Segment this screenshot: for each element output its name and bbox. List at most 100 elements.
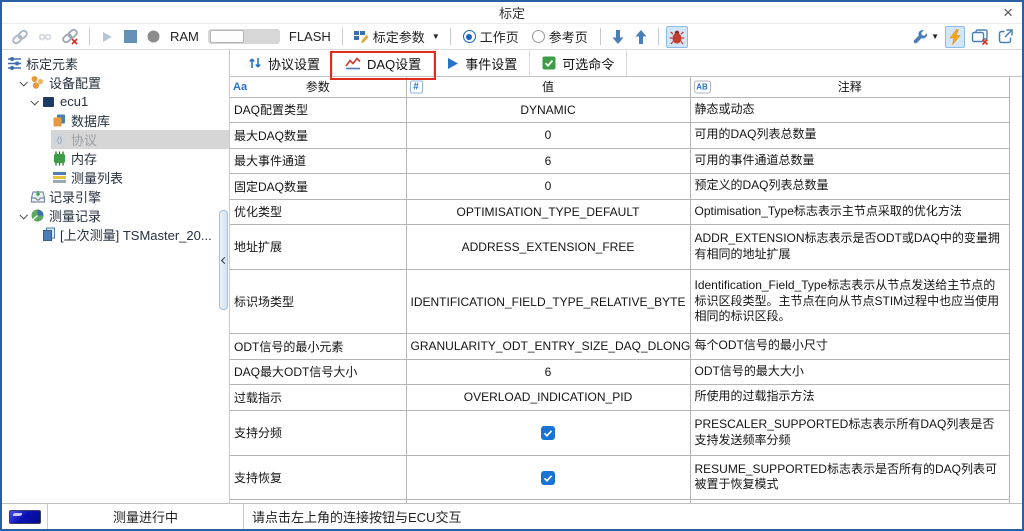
sidebar-item-record-engine[interactable]: 记录引擎 bbox=[2, 187, 229, 206]
play-icon[interactable] bbox=[97, 26, 117, 48]
sidebar-item-measure-record[interactable]: 测量记录 bbox=[2, 206, 229, 225]
record-icon[interactable] bbox=[143, 26, 163, 48]
stop-icon[interactable] bbox=[120, 26, 140, 48]
value-cell[interactable]: 6 bbox=[405, 147, 691, 174]
sidebar-item-memory[interactable]: 内存 bbox=[2, 149, 229, 168]
tab-daq-settings[interactable]: DAQ设置 bbox=[330, 50, 437, 80]
work-page-radio[interactable]: 工作页 bbox=[462, 27, 519, 46]
connect-icon[interactable] bbox=[8, 26, 32, 48]
table-row: DAQ配置类型 DYNAMIC 静态或动态 bbox=[230, 96, 1010, 123]
value-cell[interactable]: DYNAMIC bbox=[405, 96, 691, 123]
value-cell[interactable] bbox=[405, 454, 691, 501]
sidebar-item-calibration-elements[interactable]: 标定元素 bbox=[2, 54, 229, 73]
value-cell[interactable]: OVERLOAD_INDICATION_PID bbox=[405, 384, 691, 411]
protocol-icon: () bbox=[51, 132, 68, 147]
database-icon bbox=[51, 113, 68, 128]
flash-label: FLASH bbox=[288, 29, 331, 44]
value-cell[interactable] bbox=[405, 409, 691, 456]
radio-selected-icon bbox=[462, 30, 476, 43]
param-cell: DAQ配置类型 bbox=[230, 96, 407, 123]
column-header-param[interactable]: Aa 参数 bbox=[230, 77, 407, 98]
table-row: 固定DAQ数量 0 预定义的DAQ列表总数量 bbox=[230, 173, 1010, 200]
file-copy-icon bbox=[40, 227, 57, 242]
lightning-icon[interactable] bbox=[945, 25, 965, 48]
ref-page-label: 参考页 bbox=[548, 30, 588, 45]
calibration-params-icon bbox=[353, 29, 369, 45]
table-row: 过载指示 OVERLOAD_INDICATION_PID 所使用的过载指示方法 bbox=[230, 384, 1010, 411]
sidebar-item-last-measurement[interactable]: [上次测量] TSMaster_20... bbox=[2, 225, 229, 244]
number-type-icon: # bbox=[409, 80, 423, 94]
sidebar-item-ecu1[interactable]: ecu1 bbox=[2, 92, 229, 111]
param-cell: 最大事件通道 bbox=[230, 147, 407, 174]
value-cell[interactable]: 0 bbox=[405, 173, 691, 200]
value-cell[interactable]: 0 bbox=[405, 122, 691, 149]
value-cell[interactable]: 6 bbox=[405, 358, 691, 386]
sidebar-item-label: 记录引擎 bbox=[49, 190, 102, 205]
dropdown-caret-icon: ▼ bbox=[931, 32, 939, 41]
comment-cell: Optimisation_Type标志表示主节点采取的优化方法 bbox=[689, 198, 1010, 225]
text-type-icon: Aa bbox=[233, 80, 248, 93]
measure-record-icon bbox=[29, 208, 46, 223]
measure-list-icon bbox=[51, 170, 68, 185]
column-header-value[interactable]: # 值 bbox=[405, 77, 691, 98]
comment-cell: 静态或动态 bbox=[689, 96, 1010, 123]
connection-indicator bbox=[8, 509, 41, 524]
sidebar-collapse-handle[interactable] bbox=[219, 210, 229, 310]
param-cell: 固定DAQ数量 bbox=[230, 173, 407, 200]
chevron-down-icon[interactable] bbox=[17, 77, 29, 87]
slider-handle[interactable] bbox=[209, 30, 244, 43]
table-filler-row bbox=[230, 499, 1010, 503]
tab-label: 事件设置 bbox=[465, 56, 518, 72]
move-up-icon[interactable] bbox=[631, 26, 651, 48]
sidebar-tree: 标定元素 设备配置 ecu1 数据库 () 协议 内存 测量列表记录引擎 测量记录 [上次测量] … bbox=[2, 50, 230, 503]
svg-text:(): () bbox=[57, 136, 63, 145]
statusbar: 测量进行中 请点击左上角的连接按钮与ECU交互 bbox=[2, 503, 1022, 529]
sidebar-item-measure-list[interactable]: 测量列表 bbox=[2, 168, 229, 187]
external-link-icon[interactable] bbox=[995, 26, 1016, 48]
ram-flash-slider[interactable] bbox=[207, 29, 280, 44]
wave-icon bbox=[345, 56, 361, 70]
tab-event-settings[interactable]: 事件设置 bbox=[434, 50, 531, 76]
check-tab-icon bbox=[542, 56, 556, 70]
memory-icon bbox=[51, 151, 68, 166]
chevron-down-icon[interactable] bbox=[17, 210, 29, 220]
value-cell[interactable]: GRANULARITY_ODT_ENTRY_SIZE_DAQ_DLONG bbox=[405, 333, 691, 360]
sidebar-item-protocol[interactable]: () 协议 bbox=[2, 130, 229, 149]
sidebar-item-device-config[interactable]: 设备配置 bbox=[2, 73, 229, 92]
close-icon[interactable]: × bbox=[1003, 2, 1013, 23]
measurement-status: 测量进行中 bbox=[48, 504, 244, 529]
debug-bug-icon[interactable] bbox=[665, 25, 688, 48]
close-windows-icon[interactable] bbox=[968, 26, 992, 48]
content-panel: 协议设置 DAQ设置 事件设置 可选命令 Aa 参数 # 值 AB 注释 DAQ配置类型 DYNA… bbox=[230, 50, 1022, 503]
checkbox-checked-icon[interactable] bbox=[541, 425, 555, 440]
param-cell: 过载指示 bbox=[230, 384, 407, 411]
column-header-comment[interactable]: AB 注释 bbox=[689, 77, 1010, 98]
value-cell[interactable]: ADDRESS_EXTENSION_FREE bbox=[405, 224, 691, 270]
work-page-label: 工作页 bbox=[479, 30, 519, 45]
toolbar-separator bbox=[449, 28, 451, 45]
daq-settings-table-area: Aa 参数 # 值 AB 注释 DAQ配置类型 DYNAMIC 静态或动态 最大DAQ数量 0 可用… bbox=[230, 77, 1010, 503]
sidebar-item-database[interactable]: 数据库 bbox=[2, 111, 229, 130]
sidebar-item-label: ecu1 bbox=[60, 94, 89, 109]
daq-settings-table: Aa 参数 # 值 AB 注释 DAQ配置类型 DYNAMIC 静态或动态 最大DAQ数量 0 可用… bbox=[230, 77, 1010, 503]
value-cell[interactable]: IDENTIFICATION_FIELD_TYPE_RELATIVE_BYTE bbox=[405, 268, 691, 335]
disconnect-icon[interactable] bbox=[58, 26, 82, 48]
wrench-icon[interactable]: ▼ bbox=[909, 26, 942, 48]
ram-label: RAM bbox=[170, 29, 199, 44]
record-engine-icon bbox=[29, 189, 46, 204]
tab-optional-commands[interactable]: 可选命令 bbox=[530, 50, 628, 76]
checkbox-checked-icon[interactable] bbox=[541, 470, 555, 485]
chevron-down-icon[interactable] bbox=[28, 96, 40, 106]
radio-unselected-icon bbox=[531, 30, 545, 43]
column-label: 值 bbox=[541, 80, 554, 95]
updown-icon bbox=[248, 56, 262, 70]
link-idle-icon[interactable] bbox=[35, 26, 55, 48]
param-cell: ODT信号的最小元素 bbox=[230, 333, 407, 360]
ref-page-radio[interactable]: 参考页 bbox=[531, 27, 588, 46]
tab-protocol-settings[interactable]: 协议设置 bbox=[236, 50, 334, 76]
comment-cell: 可用的事件通道总数量 bbox=[689, 147, 1010, 174]
move-down-icon[interactable] bbox=[608, 26, 628, 48]
table-row: 地址扩展 ADDRESS_EXTENSION_FREE ADDR_EXTENSION… bbox=[230, 224, 1010, 270]
value-cell[interactable]: OPTIMISATION_TYPE_DEFAULT bbox=[405, 198, 691, 225]
calibration-params-button[interactable]: 标定参数 ▼ bbox=[350, 26, 443, 48]
